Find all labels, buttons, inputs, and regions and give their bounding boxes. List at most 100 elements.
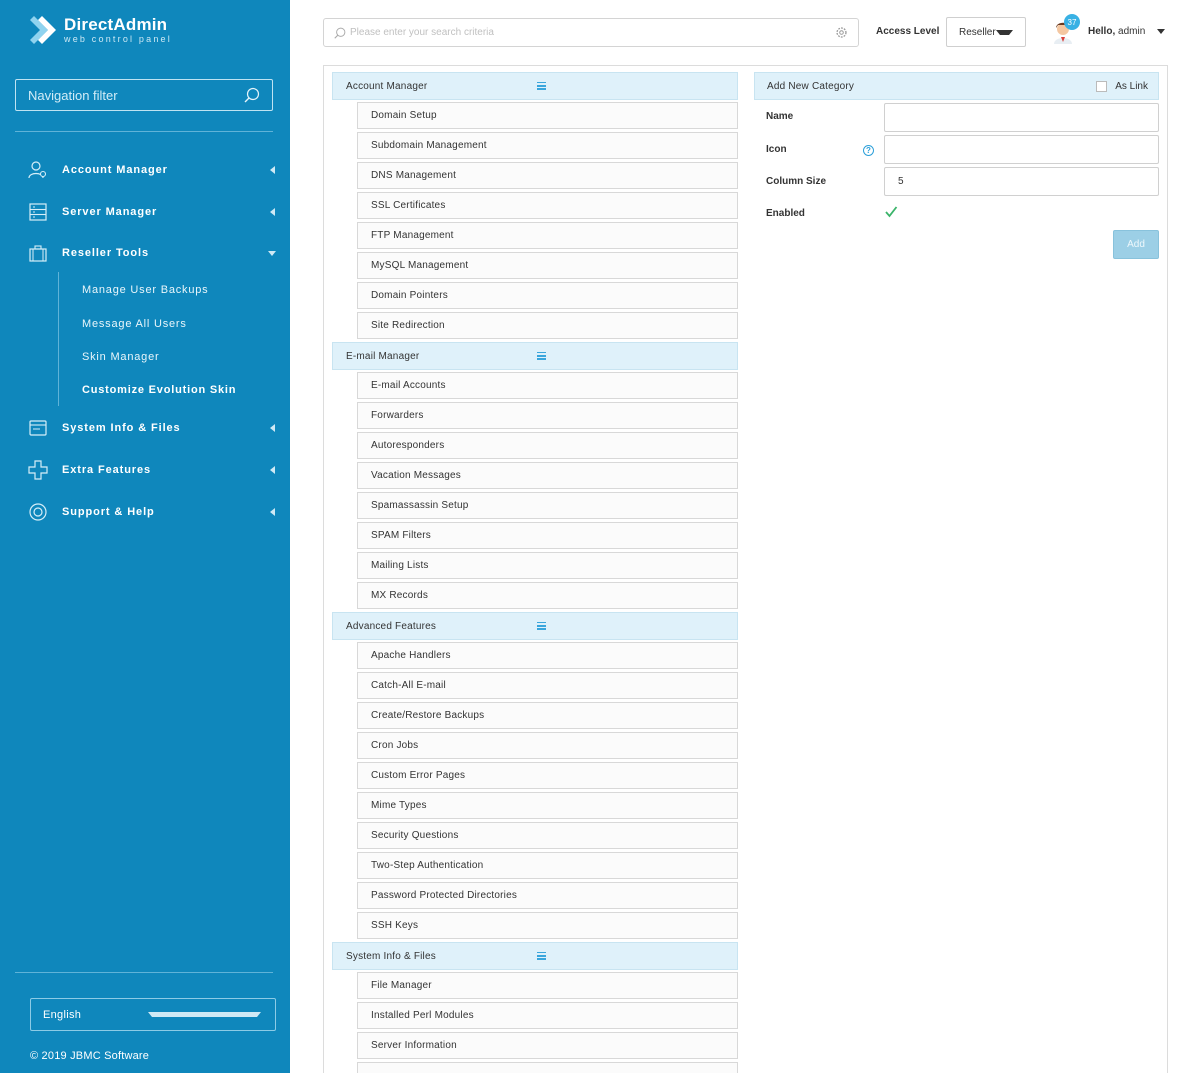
sidebar-subitem-manage-user-backups[interactable]: Manage User Backups (82, 284, 208, 296)
category-item[interactable]: Vacation Messages (357, 462, 738, 489)
chevron-left-icon (270, 424, 275, 432)
category-item[interactable]: Password Protected Directories (357, 882, 738, 909)
category-item[interactable]: Custom Error Pages (357, 762, 738, 789)
sidebar-item-label: Extra Features (62, 464, 152, 476)
user-greeting[interactable]: Hello, admin (1088, 26, 1145, 37)
user-gear-icon (28, 161, 47, 179)
category-item[interactable]: SSL Certificates (357, 192, 738, 219)
language-value: English (43, 1008, 82, 1021)
name-label: Name (766, 111, 794, 122)
sidebar-subitem-message-all-users[interactable]: Message All Users (82, 318, 187, 330)
category-item[interactable]: Spamassassin Setup (357, 492, 738, 519)
sidebar: DirectAdmin web control panel Navigation… (0, 0, 290, 1073)
category-header[interactable]: Account Manager (332, 72, 738, 100)
category-title: Advanced Features (346, 620, 437, 632)
search-placeholder: Please enter your search criteria (350, 27, 494, 38)
column-size-field[interactable]: 5 (884, 167, 1159, 196)
category-item[interactable]: Domain Setup (357, 102, 738, 129)
sidebar-item-label: Account Manager (62, 164, 168, 176)
category-title: Account Manager (346, 80, 428, 92)
name-field[interactable] (884, 103, 1159, 132)
column-size-label: Column Size (766, 176, 827, 187)
category-item[interactable]: Installed Perl Modules (357, 1002, 738, 1029)
sidebar-item-label: Reseller Tools (62, 247, 149, 259)
category-item[interactable]: SSH Keys (357, 912, 738, 939)
access-level-label: Access Level (876, 26, 940, 37)
category-item[interactable]: E-mail Accounts (357, 372, 738, 399)
drag-handle-icon[interactable] (536, 82, 728, 90)
category-item[interactable]: Create/Restore Backups (357, 702, 738, 729)
hello-prefix: Hello, (1088, 26, 1116, 37)
enabled-label: Enabled (766, 208, 805, 219)
category-item[interactable]: Autoresponders (357, 432, 738, 459)
category-item[interactable] (357, 1062, 738, 1073)
category-item[interactable]: Catch-All E-mail (357, 672, 738, 699)
as-link-checkbox[interactable] (1096, 80, 1108, 92)
add-category-title: Add New Category (767, 80, 855, 92)
sidebar-item-label: System Info & Files (62, 422, 181, 434)
category-item[interactable]: Site Redirection (357, 312, 738, 339)
chevron-left-icon (270, 466, 275, 474)
category-item[interactable]: Domain Pointers (357, 282, 738, 309)
category-item[interactable]: Mime Types (357, 792, 738, 819)
category-title: E-mail Manager (346, 350, 420, 362)
category-item[interactable]: Apache Handlers (357, 642, 738, 669)
folder-icon (29, 420, 47, 436)
sidebar-subitem-customize-evolution-skin[interactable]: Customize Evolution Skin (82, 384, 236, 396)
submenu-line (58, 272, 59, 406)
directadmin-logo-icon (30, 16, 56, 44)
sidebar-item-label: Support & Help (62, 506, 155, 518)
as-link-label: As Link (1115, 80, 1148, 92)
chevron-left-icon (270, 508, 275, 516)
category-header[interactable]: E-mail Manager (332, 342, 738, 370)
server-icon (29, 203, 47, 221)
sidebar-subitem-skin-manager[interactable]: Skin Manager (82, 351, 159, 363)
help-icon[interactable]: ? (863, 145, 874, 156)
sidebar-divider (15, 972, 273, 973)
sidebar-item-extra-features[interactable]: Extra Features (28, 458, 278, 482)
drag-handle-icon[interactable] (536, 352, 728, 360)
briefcase-icon (29, 245, 47, 262)
language-select[interactable]: English (30, 998, 276, 1031)
category-item[interactable]: Cron Jobs (357, 732, 738, 759)
user-menu-caret-icon[interactable] (1157, 29, 1165, 34)
gear-icon[interactable] (835, 26, 848, 39)
category-title: System Info & Files (346, 950, 436, 962)
category-item[interactable]: MySQL Management (357, 252, 738, 279)
icon-field[interactable] (884, 135, 1159, 164)
search-icon (244, 87, 260, 103)
category-item[interactable]: MX Records (357, 582, 738, 609)
drag-handle-icon[interactable] (536, 622, 728, 630)
category-item[interactable]: Mailing Lists (357, 552, 738, 579)
category-item[interactable]: Subdomain Management (357, 132, 738, 159)
access-level-select[interactable]: Reseller (946, 17, 1026, 47)
sidebar-item-reseller-tools[interactable]: Reseller Tools (28, 241, 278, 265)
sidebar-item-support-help[interactable]: Support & Help (28, 500, 278, 524)
chevron-left-icon (270, 208, 275, 216)
sidebar-divider (15, 131, 273, 132)
navigation-filter-input[interactable]: Navigation filter (15, 79, 273, 111)
sidebar-item-account-manager[interactable]: Account Manager (28, 158, 278, 182)
category-item[interactable]: SPAM Filters (357, 522, 738, 549)
search-input[interactable]: Please enter your search criteria (323, 18, 859, 47)
add-button[interactable]: Add (1113, 230, 1159, 259)
category-header[interactable]: Advanced Features (332, 612, 738, 640)
lifebuoy-icon (29, 503, 47, 521)
category-item[interactable]: Two-Step Authentication (357, 852, 738, 879)
notification-badge[interactable]: 37 (1064, 14, 1080, 30)
category-item[interactable]: File Manager (357, 972, 738, 999)
category-item[interactable]: Security Questions (357, 822, 738, 849)
sidebar-item-system-info-files[interactable]: System Info & Files (28, 416, 278, 440)
category-item[interactable]: DNS Management (357, 162, 738, 189)
sidebar-item-server-manager[interactable]: Server Manager (28, 200, 278, 224)
drag-handle-icon[interactable] (536, 952, 728, 960)
sidebar-item-label: Server Manager (62, 206, 158, 218)
category-header[interactable]: System Info & Files (332, 942, 738, 970)
category-item[interactable]: Server Information (357, 1032, 738, 1059)
access-level-value: Reseller (959, 26, 996, 38)
logo[interactable]: DirectAdmin web control panel (30, 14, 172, 46)
checkmark-icon[interactable] (884, 205, 898, 219)
category-item[interactable]: Forwarders (357, 402, 738, 429)
brand-subtitle: web control panel (64, 34, 172, 44)
category-item[interactable]: FTP Management (357, 222, 738, 249)
